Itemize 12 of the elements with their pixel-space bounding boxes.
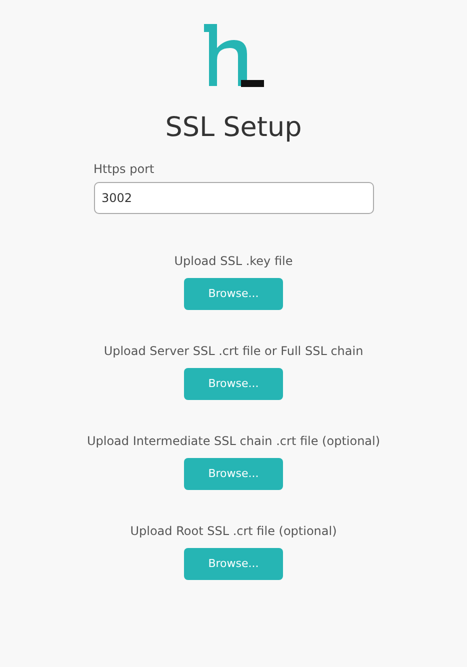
logo-icon <box>204 24 264 88</box>
port-input-field[interactable]: 3002 <box>94 182 374 214</box>
browse-button[interactable]: Browse... <box>184 278 283 310</box>
field-label: Https port <box>94 161 156 178</box>
browse-button[interactable]: Browse... <box>184 548 283 580</box>
upload-label: Upload SSL .key file <box>174 253 293 270</box>
upload-label: Upload Server SSL .crt file or Full SSL chain <box>104 343 364 360</box>
upload-label: Upload Intermediate SSL chain .crt file (optional) <box>86 433 380 450</box>
browse-button[interactable]: Browse... <box>184 368 283 400</box>
upload-label: Upload Root SSL .crt file (optional) <box>130 523 337 540</box>
browse-button[interactable]: Browse... <box>184 458 283 490</box>
page-title: SSL Setup <box>165 112 302 144</box>
